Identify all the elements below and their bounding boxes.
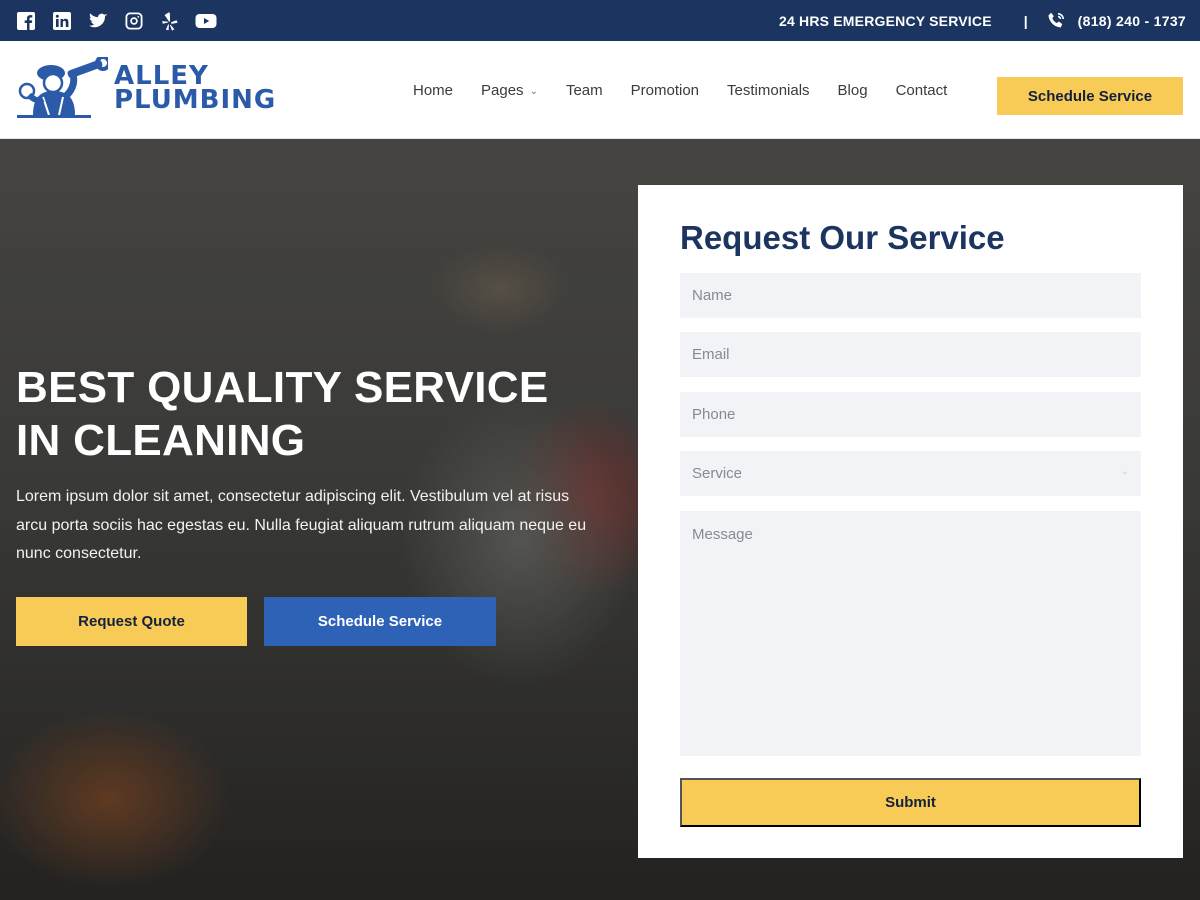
service-placeholder: Service [692, 465, 743, 482]
instagram-icon[interactable] [123, 10, 145, 32]
hero-schedule-service-button[interactable]: Schedule Service [264, 597, 496, 646]
hero-title-line-1: BEST QUALITY SERVICE [16, 363, 549, 412]
social-links [15, 10, 217, 32]
header-schedule-service-button[interactable]: Schedule Service [997, 77, 1183, 115]
topbar-contact: 24 HRS EMERGENCY SERVICE | (818) 240 - 1… [779, 0, 1186, 41]
chevron-down-icon: ⌄ [529, 85, 538, 97]
yelp-icon[interactable] [159, 10, 181, 32]
service-select[interactable]: Service ⌄ [680, 451, 1141, 496]
hero-title: BEST QUALITY SERVICE IN CLEANING [16, 361, 606, 467]
logo[interactable]: ALLEY PLUMBING [15, 57, 276, 119]
youtube-icon[interactable] [195, 10, 217, 32]
phone-icon [1046, 11, 1078, 31]
chevron-down-icon: ⌄ [1120, 466, 1129, 477]
nav-promotion[interactable]: Promotion [631, 82, 699, 99]
emergency-text: 24 HRS EMERGENCY SERVICE [778, 12, 992, 29]
nav-pages[interactable]: Pages ⌄ [481, 82, 538, 99]
name-field[interactable]: Name [680, 273, 1141, 318]
site-header: ALLEY PLUMBING Home Pages ⌄ Team Promoti… [0, 41, 1200, 139]
request-quote-button[interactable]: Request Quote [16, 597, 247, 646]
hero-title-line-2: IN CLEANING [16, 416, 306, 465]
linkedin-icon[interactable] [51, 10, 73, 32]
main-nav: Home Pages ⌄ Team Promotion Testimonials… [413, 41, 947, 139]
nav-home[interactable]: Home [413, 82, 453, 99]
request-service-form: Request Our Service Name Email Phone Ser… [638, 185, 1183, 858]
nav-contact[interactable]: Contact [896, 82, 948, 99]
phone-field[interactable]: Phone [680, 392, 1141, 437]
top-bar: 24 HRS EMERGENCY SERVICE | (818) 240 - 1… [0, 0, 1200, 41]
email-field[interactable]: Email [680, 332, 1141, 377]
message-field[interactable]: Message [680, 511, 1141, 756]
nav-pages-label: Pages [481, 81, 524, 99]
nav-team[interactable]: Team [566, 82, 603, 99]
email-placeholder: Email [692, 346, 730, 363]
phone-placeholder: Phone [692, 406, 736, 423]
nav-testimonials[interactable]: Testimonials [727, 82, 810, 99]
name-placeholder: Name [692, 287, 733, 304]
hero-section: BEST QUALITY SERVICE IN CLEANING Lorem i… [0, 139, 1200, 900]
nav-blog[interactable]: Blog [838, 82, 868, 99]
hero-description: Lorem ipsum dolor sit amet, consectetur … [16, 488, 587, 562]
phone-number[interactable]: (818) 240 - 1737 [1078, 13, 1186, 29]
form-title: Request Our Service [680, 219, 1005, 256]
separator: | [1023, 12, 1028, 29]
submit-button[interactable]: Submit [680, 778, 1141, 827]
logo-wordmark: ALLEY PLUMBING [114, 63, 277, 115]
facebook-icon[interactable] [15, 10, 37, 32]
plumber-mascot-icon [15, 57, 108, 119]
twitter-icon[interactable] [87, 10, 109, 32]
logo-line-2: PLUMBING [114, 85, 277, 115]
message-placeholder: Message [692, 526, 753, 543]
